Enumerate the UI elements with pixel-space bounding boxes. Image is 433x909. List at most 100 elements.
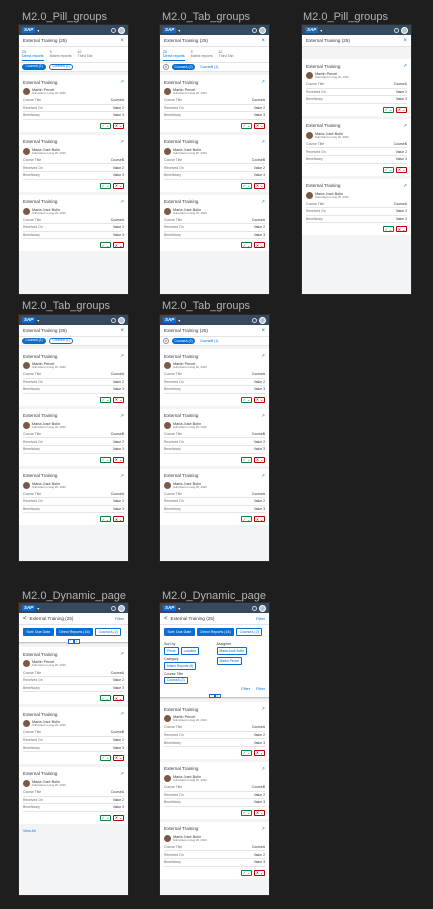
external-link-icon[interactable]: ↗ bbox=[120, 771, 124, 777]
back-icon[interactable]: < bbox=[164, 616, 168, 622]
filter-link[interactable]: Filter bbox=[256, 686, 265, 691]
training-card[interactable]: External Training ↗ Maria José Bolín Submit… bbox=[19, 707, 128, 764]
assignee-chip[interactable]: Martin Percel bbox=[216, 656, 242, 665]
chevron-down-icon[interactable]: ▾ bbox=[37, 606, 39, 611]
notification-icon[interactable] bbox=[111, 27, 116, 33]
external-link-icon[interactable]: ↗ bbox=[120, 473, 124, 479]
external-link-icon[interactable]: ↗ bbox=[261, 473, 265, 479]
filter-button[interactable]: CourseA (2) bbox=[236, 628, 263, 637]
external-link-icon[interactable]: ↗ bbox=[120, 199, 124, 205]
reject-button[interactable]: ✕ ⌄ bbox=[113, 122, 124, 129]
notification-icon[interactable] bbox=[252, 27, 257, 33]
notification-icon[interactable] bbox=[111, 317, 116, 323]
notification-icon[interactable] bbox=[394, 27, 399, 33]
training-card[interactable]: External Training ↗ Maria José Bolín Submit… bbox=[160, 194, 269, 252]
sap-logo[interactable]: SAP bbox=[163, 27, 177, 33]
training-card[interactable]: External Training ↗ Maria José Bolín Submit… bbox=[19, 408, 128, 466]
approve-button[interactable]: ✓ ⌄ bbox=[383, 226, 394, 233]
reject-button[interactable]: ✕ ⌄ bbox=[113, 516, 124, 523]
external-link-icon[interactable]: ↗ bbox=[261, 413, 265, 419]
avatar[interactable] bbox=[259, 604, 266, 612]
training-card[interactable]: External Training ↗ Maria José Bolín Submit… bbox=[19, 194, 128, 252]
notification-icon[interactable] bbox=[111, 605, 116, 611]
reject-button[interactable]: ✕ ⌄ bbox=[254, 122, 265, 129]
approve-button[interactable]: ✓ ⌄ bbox=[100, 754, 111, 761]
avatar[interactable] bbox=[401, 26, 408, 34]
reject-button[interactable]: ✕ ⌄ bbox=[254, 749, 265, 756]
filter-button[interactable]: Sort: Due Date bbox=[164, 628, 195, 637]
external-link-icon[interactable]: ↗ bbox=[120, 651, 124, 657]
reject-button[interactable]: ✕ ⌄ bbox=[396, 166, 407, 173]
close-icon[interactable]: × bbox=[261, 38, 265, 44]
reject-button[interactable]: ✕ ⌄ bbox=[113, 456, 124, 463]
approve-button[interactable]: ✓ ⌄ bbox=[241, 242, 252, 249]
chevron-down-icon[interactable]: ▾ bbox=[37, 318, 39, 323]
avatar[interactable] bbox=[259, 316, 266, 324]
approve-button[interactable]: ✓ ⌄ bbox=[383, 166, 394, 173]
external-link-icon[interactable]: ↗ bbox=[120, 79, 124, 85]
sap-logo[interactable]: SAP bbox=[163, 317, 177, 323]
training-card[interactable]: External Training ↗ Maria José Bolín Submit… bbox=[160, 821, 269, 879]
external-link-icon[interactable]: ↗ bbox=[120, 711, 124, 717]
training-card[interactable]: External Training ↗ Maria José Bolín Submit… bbox=[160, 134, 269, 192]
external-link-icon[interactable]: ↗ bbox=[261, 826, 265, 832]
approve-button[interactable]: ✓ ⌄ bbox=[241, 516, 252, 523]
close-icon[interactable]: × bbox=[120, 38, 124, 44]
training-card[interactable]: External Training ↗ Maria José Bolín Submit… bbox=[19, 766, 128, 824]
reject-button[interactable]: ✕ ⌄ bbox=[254, 396, 265, 403]
filter-link[interactable]: Filter bbox=[256, 616, 265, 621]
external-link-icon[interactable]: ↗ bbox=[261, 199, 265, 205]
reject-button[interactable]: ✕ ⌄ bbox=[396, 106, 407, 113]
close-icon[interactable]: × bbox=[120, 328, 124, 334]
training-card[interactable]: External Training ↗ Maria José Bolín Submit… bbox=[19, 468, 128, 526]
segment-courseb[interactable]: CourseB (1) bbox=[198, 65, 220, 69]
avatar[interactable] bbox=[118, 26, 125, 34]
category-chip[interactable]: Matrix Reports (6) bbox=[164, 661, 197, 670]
sortby-chip[interactable]: Location bbox=[180, 647, 200, 655]
training-card[interactable]: External Training ↗ Maria José Bolín Submit… bbox=[160, 761, 269, 819]
training-card[interactable]: External Training ↗ Martin Percel Submitted… bbox=[160, 702, 269, 759]
avatar[interactable] bbox=[259, 26, 266, 34]
tab-matrix-reports[interactable]: 5 Matrix reports bbox=[50, 50, 72, 60]
reject-button[interactable]: ✕ ⌄ bbox=[254, 182, 265, 189]
training-card[interactable]: External Training ↗ Martin Percel Submitted… bbox=[19, 75, 128, 132]
filter-button[interactable]: Direct Reports (16) bbox=[196, 628, 235, 637]
tab-third-tab[interactable]: 42 Third Tab bbox=[219, 50, 234, 60]
avatar[interactable] bbox=[118, 604, 125, 612]
approve-button[interactable]: ✓ ⌄ bbox=[100, 182, 111, 189]
tab-direct-reports[interactable]: 25 Direct reports bbox=[163, 50, 185, 62]
training-card[interactable]: External Training ↗ Martin Percel Submitted… bbox=[160, 75, 269, 132]
reject-button[interactable]: ✕ ⌄ bbox=[113, 242, 124, 249]
training-card[interactable]: External Training ↗ Maria José Bolín Submit… bbox=[160, 468, 269, 526]
training-card[interactable]: External Training ↗ Maria José Bolín Submit… bbox=[302, 118, 411, 176]
sap-logo[interactable]: SAP bbox=[22, 27, 36, 33]
segment-coursea[interactable]: CourseA (2) bbox=[172, 64, 196, 70]
approve-button[interactable]: ✓ ⌄ bbox=[100, 242, 111, 249]
reject-button[interactable]: ✕ ⌄ bbox=[254, 516, 265, 523]
tab-direct-reports[interactable]: 25 Direct reports bbox=[22, 50, 44, 62]
external-link-icon[interactable]: ↗ bbox=[261, 79, 265, 85]
pin-icon[interactable]: ⌖ bbox=[214, 693, 221, 699]
training-card[interactable]: External Training ↗ Maria José Bolín Submit… bbox=[302, 178, 411, 236]
external-link-icon[interactable]: ↗ bbox=[261, 766, 265, 772]
filter-icon[interactable]: ⚲ bbox=[163, 338, 169, 344]
approve-button[interactable]: ✓ ⌄ bbox=[241, 869, 252, 876]
reject-button[interactable]: ✕ ⌄ bbox=[113, 814, 124, 821]
filter-button[interactable]: Direct Reports (16) bbox=[55, 628, 94, 637]
external-link-icon[interactable]: ↗ bbox=[120, 353, 124, 359]
chevron-down-icon[interactable]: ▾ bbox=[178, 318, 180, 323]
reject-button[interactable]: ✕ ⌄ bbox=[396, 226, 407, 233]
back-icon[interactable]: < bbox=[23, 616, 27, 622]
training-card[interactable]: External Training ↗ Martin Percel Submitted… bbox=[160, 349, 269, 406]
approve-button[interactable]: ✓ ⌄ bbox=[100, 695, 111, 702]
chevron-down-icon[interactable]: ▾ bbox=[178, 28, 180, 33]
approve-button[interactable]: ✓ ⌄ bbox=[241, 809, 252, 816]
external-link-icon[interactable]: ↗ bbox=[261, 706, 265, 712]
sap-logo[interactable]: SAP bbox=[22, 605, 36, 611]
tab-third-tab[interactable]: 42 Third Tab bbox=[78, 50, 93, 60]
view-all-link[interactable]: View All bbox=[19, 827, 128, 835]
tab-matrix-reports[interactable]: 5 Matrix reports bbox=[191, 50, 213, 60]
segment-courseb[interactable]: CourseB (1) bbox=[198, 339, 220, 343]
approve-button[interactable]: ✓ ⌄ bbox=[241, 182, 252, 189]
training-card[interactable]: External Training ↗ Martin Percel Submitted… bbox=[19, 349, 128, 406]
